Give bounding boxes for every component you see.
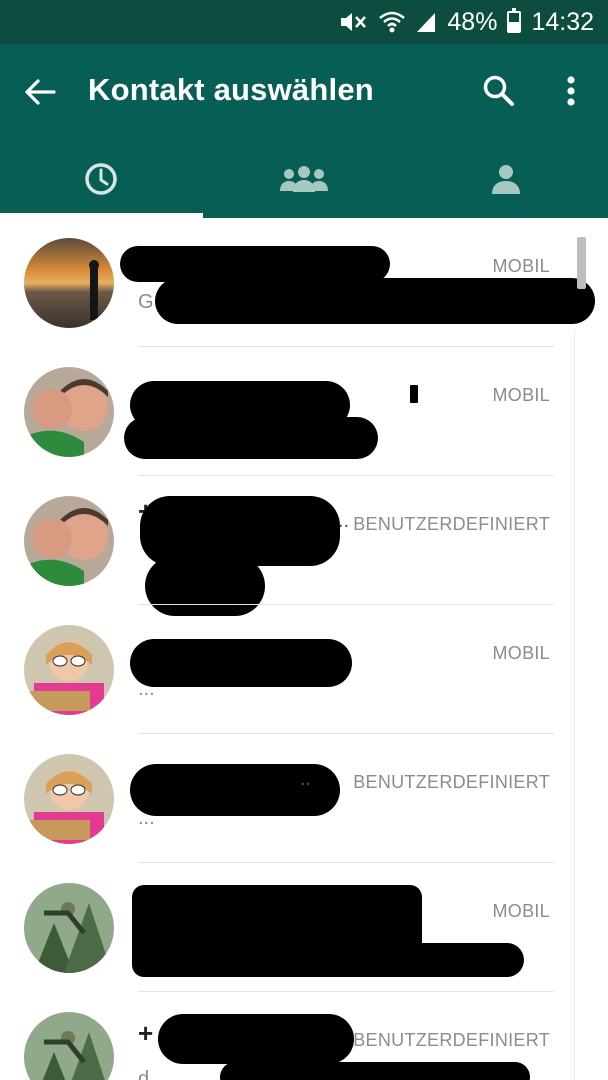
contact-status: G: [138, 291, 154, 313]
ellipsis: ..: [300, 768, 312, 790]
tab-bar: [0, 140, 608, 218]
phone-type-label: BENUTZERDEFINIERT: [353, 772, 550, 792]
redacted-status: [124, 417, 378, 459]
phone-type-label: MOBIL: [492, 901, 550, 921]
mute-icon: [339, 10, 369, 34]
avatar: [24, 496, 114, 586]
redacted-mark: [410, 385, 418, 403]
contact-status: ...: [138, 807, 155, 829]
list-item[interactable]: MOBIL: [0, 863, 608, 992]
scroll-track: [574, 330, 575, 1080]
redacted-name: [120, 246, 390, 282]
app-bar: Kontakt auswählen: [0, 44, 608, 140]
avatar: [24, 625, 114, 715]
contact-status: ...: [138, 678, 155, 700]
redacted-status: [220, 1062, 530, 1080]
phone-type-label: BENUTZERDEFINIERT: [353, 514, 550, 534]
signal-icon: [415, 10, 437, 34]
avatar: [24, 367, 114, 457]
phone-type-label: MOBIL: [492, 256, 550, 276]
redacted-name: [158, 1014, 354, 1064]
clock-time: 14:32: [531, 7, 594, 36]
phone-type-label: MOBIL: [492, 643, 550, 663]
phone-prefix: +: [138, 1018, 154, 1048]
person-icon: [491, 163, 521, 195]
avatar: [24, 754, 114, 844]
ellipsis: ..: [338, 510, 350, 532]
list-item[interactable]: G MOBIL: [0, 218, 608, 347]
redacted-status: [155, 278, 595, 324]
tab-groups[interactable]: [203, 140, 406, 218]
battery-percent: 48%: [447, 7, 498, 36]
battery-icon: [507, 8, 522, 33]
page-title: Kontakt auswählen: [88, 72, 374, 107]
clock-icon: [83, 161, 119, 197]
scrollbar[interactable]: [577, 237, 586, 289]
back-arrow-icon[interactable]: [22, 74, 58, 110]
contact-status: d: [138, 1068, 150, 1080]
list-item[interactable]: + .. BENUTZERDEFINIERT: [0, 476, 608, 616]
list-item[interactable]: MOBIL: [0, 347, 608, 476]
search-icon[interactable]: [480, 72, 518, 110]
phone-type-label: BENUTZERDEFINIERT: [353, 1030, 550, 1050]
list-item[interactable]: + d BENUTZERDEFINIERT: [0, 992, 608, 1080]
redacted-name: [130, 639, 352, 687]
contact-list[interactable]: G MOBIL MOBIL +: [0, 218, 608, 1080]
phone-type-label: MOBIL: [492, 385, 550, 405]
more-vertical-icon[interactable]: [556, 72, 586, 112]
list-item[interactable]: ... MOBIL: [0, 605, 608, 734]
tab-contacts[interactable]: [405, 140, 608, 218]
avatar: [24, 883, 114, 973]
avatar: [24, 238, 114, 328]
group-icon: [278, 164, 330, 194]
avatar: [24, 1012, 114, 1080]
list-item[interactable]: .. ... BENUTZERDEFINIERT: [0, 734, 608, 863]
redacted-status: [300, 943, 524, 977]
tab-recent[interactable]: [0, 140, 203, 218]
status-bar: 48% 14:32: [0, 0, 608, 44]
wifi-icon: [379, 10, 406, 34]
